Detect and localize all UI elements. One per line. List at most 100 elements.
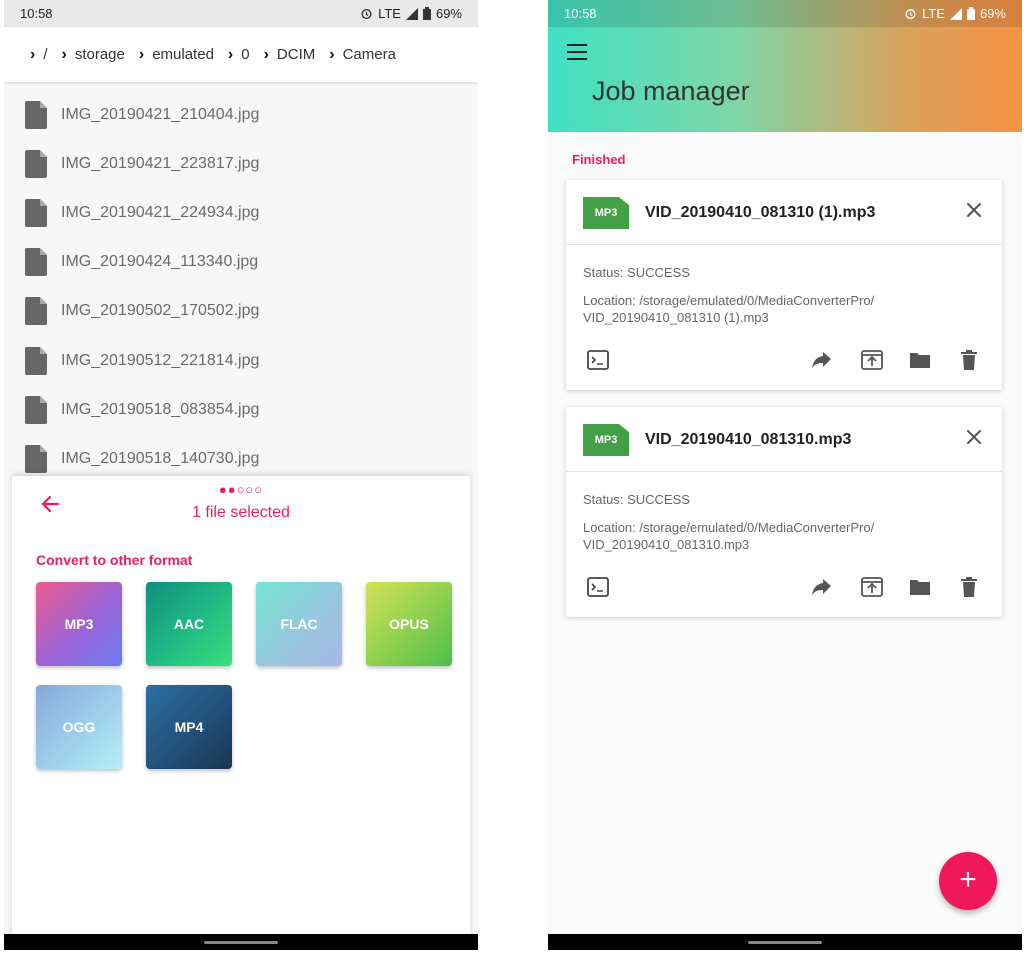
breadcrumb-label: Camera [342, 46, 396, 63]
chevron-right-icon: › [329, 45, 335, 63]
delete-icon[interactable] [958, 577, 980, 597]
file-icon [25, 346, 47, 375]
alarm-icon [361, 9, 372, 20]
home-indicator[interactable] [204, 941, 278, 944]
breadcrumb-item[interactable]: › emulated [139, 46, 214, 64]
file-icon [25, 100, 47, 129]
breadcrumb-label: / [43, 46, 48, 63]
breadcrumb-label: emulated [152, 46, 214, 63]
breadcrumb: › / › storage › emulated › 0 › DCIM › Camera [4, 27, 478, 82]
share-icon[interactable] [811, 350, 833, 370]
file-row[interactable]: IMG_20190518_083854.jpg [4, 385, 478, 434]
file-row[interactable]: IMG_20190424_113340.jpg [4, 238, 478, 287]
job-location: Location: /storage/emulated/0/MediaConve… [583, 293, 875, 325]
job-status: Status: SUCCESS [583, 265, 690, 280]
share-icon[interactable] [811, 577, 833, 597]
screenshot-root: 10:58 LTE 69% › / › storage › emulated › 0 ›… [0, 0, 1024, 954]
format-tile-opus[interactable]: OPUS [366, 582, 452, 666]
format-tile-ogg[interactable]: OGG [36, 685, 122, 769]
status-bar: 10:58 LTE 69% [4, 0, 478, 27]
file-row[interactable]: IMG_20190421_224934.jpg [4, 188, 478, 237]
job-card-header: MP3 VID_20190410_081310.mp3 [566, 407, 1002, 472]
job-location: Location: /storage/emulated/0/MediaConve… [583, 520, 875, 552]
alarm-icon [905, 9, 916, 20]
mp3-file-icon: MP3 [583, 424, 629, 456]
file-icon [25, 149, 47, 178]
file-icon [25, 444, 47, 473]
file-icon [25, 395, 47, 424]
delete-icon[interactable] [958, 350, 980, 370]
folder-icon[interactable] [909, 577, 931, 597]
chevron-right-icon: › [61, 45, 67, 63]
file-name: IMG_20190518_140730.jpg [61, 449, 260, 467]
battery-icon [422, 7, 431, 20]
breadcrumb-label: storage [74, 46, 125, 63]
format-tile-aac[interactable]: AAC [146, 582, 232, 666]
file-icon [25, 198, 47, 227]
format-label: OPUS [389, 616, 429, 632]
job-file-name: VID_20190410_081310.mp3 [645, 431, 852, 448]
job-file-name: VID_20190410_081310 (1).mp3 [645, 204, 876, 221]
file-name: IMG_20190424_113340.jpg [61, 253, 259, 271]
file-icon [25, 248, 47, 277]
file-icon [25, 297, 47, 326]
chevron-right-icon: › [30, 45, 36, 63]
open-external-icon[interactable] [861, 350, 883, 370]
chevron-right-icon: › [227, 45, 234, 63]
file-list: IMG_20190421_210404.jpg IMG_20190421_223… [4, 90, 478, 484]
home-indicator[interactable] [748, 941, 822, 944]
battery-level: 69% [979, 6, 1006, 21]
file-row[interactable]: IMG_20190421_223817.jpg [4, 139, 478, 188]
file-name: IMG_20190518_083854.jpg [61, 400, 260, 418]
battery-icon [966, 7, 975, 20]
network-label: LTE [922, 6, 945, 21]
breadcrumb-item[interactable]: › DCIM [264, 46, 316, 64]
breadcrumb-item[interactable]: › / [30, 46, 48, 64]
status-indicators: LTE 69% [904, 6, 1006, 21]
format-label: OGG [62, 719, 96, 735]
format-label: AAC [173, 616, 205, 632]
file-name: IMG_20190421_224934.jpg [61, 203, 260, 221]
menu-icon[interactable] [567, 44, 587, 60]
breadcrumb-label: DCIM [276, 46, 316, 63]
battery-level: 69% [435, 6, 462, 21]
mp3-file-icon: MP3 [583, 197, 629, 229]
section-header-finished: Finished [572, 152, 626, 167]
terminal-icon[interactable] [587, 350, 609, 370]
status-indicators: LTE 69% [360, 6, 462, 21]
close-icon[interactable] [964, 200, 984, 220]
format-label: MP4 [174, 719, 204, 735]
format-label: FLAC [280, 616, 318, 632]
breadcrumb-item[interactable]: › 0 [228, 46, 250, 64]
navigation-bar [4, 934, 478, 950]
job-card-header: MP3 VID_20190410_081310 (1).mp3 [566, 180, 1002, 245]
file-row[interactable]: IMG_20190421_210404.jpg [4, 90, 478, 139]
file-row[interactable]: IMG_20190502_170502.jpg [4, 287, 478, 336]
job-card: MP3 VID_20190410_081310 (1).mp3 Status: … [566, 180, 1002, 390]
chevron-right-icon: › [138, 45, 145, 63]
format-tile-mp4[interactable]: MP4 [146, 685, 232, 769]
file-name: IMG_20190502_170502.jpg [61, 302, 260, 320]
format-tile-mp3[interactable]: MP3 [36, 582, 122, 666]
folder-icon[interactable] [909, 350, 931, 370]
signal-icon [405, 7, 418, 20]
file-name: IMG_20190512_221814.jpg [61, 351, 260, 369]
file-row[interactable]: IMG_20190512_221814.jpg [4, 336, 478, 385]
add-job-button[interactable]: + [939, 852, 997, 910]
breadcrumb-item[interactable]: › Camera [329, 46, 396, 64]
selection-count: 1 file selected [192, 504, 290, 521]
step-indicator: ●●○○○ [218, 482, 264, 497]
breadcrumb-label: 0 [241, 46, 250, 63]
format-tile-flac[interactable]: FLAC [256, 582, 342, 666]
open-external-icon[interactable] [861, 577, 883, 597]
job-card: MP3 VID_20190410_081310.mp3 Status: SUCC… [566, 407, 1002, 617]
file-name: IMG_20190421_210404.jpg [61, 105, 260, 123]
terminal-icon[interactable] [587, 577, 609, 597]
format-label: MP3 [64, 616, 94, 632]
breadcrumb-item[interactable]: › storage [62, 46, 125, 64]
job-manager-screen: 10:58 LTE 69% Job manager Finished MP3 V… [548, 0, 1022, 950]
network-label: LTE [378, 6, 401, 21]
chevron-right-icon: › [263, 45, 269, 63]
close-icon[interactable] [964, 427, 984, 447]
badge-label: MP3 [594, 434, 618, 446]
